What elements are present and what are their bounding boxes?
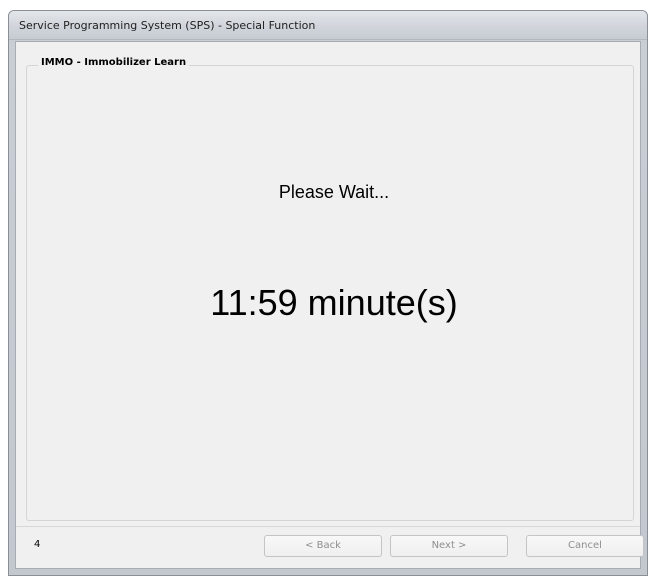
window-title: Service Programming System (SPS) - Speci… <box>19 19 316 32</box>
back-button[interactable]: < Back <box>264 535 382 557</box>
dialog-client-area: IMMO - Immobilizer Learn Please Wait... … <box>15 41 644 571</box>
countdown-timer: 11:59 minute(s) <box>210 282 458 323</box>
sps-dialog-window: Service Programming System (SPS) - Speci… <box>8 10 648 576</box>
button-bar: 4 < Back Next > Cancel <box>16 526 644 571</box>
please-wait-message: Please Wait... <box>278 182 390 202</box>
step-number: 4 <box>34 539 41 550</box>
next-button[interactable]: Next > <box>390 535 508 557</box>
cancel-button[interactable]: Cancel <box>526 535 644 557</box>
group-box-label: IMMO - Immobilizer Learn <box>38 57 190 68</box>
title-bar[interactable]: Service Programming System (SPS) - Speci… <box>9 11 647 40</box>
